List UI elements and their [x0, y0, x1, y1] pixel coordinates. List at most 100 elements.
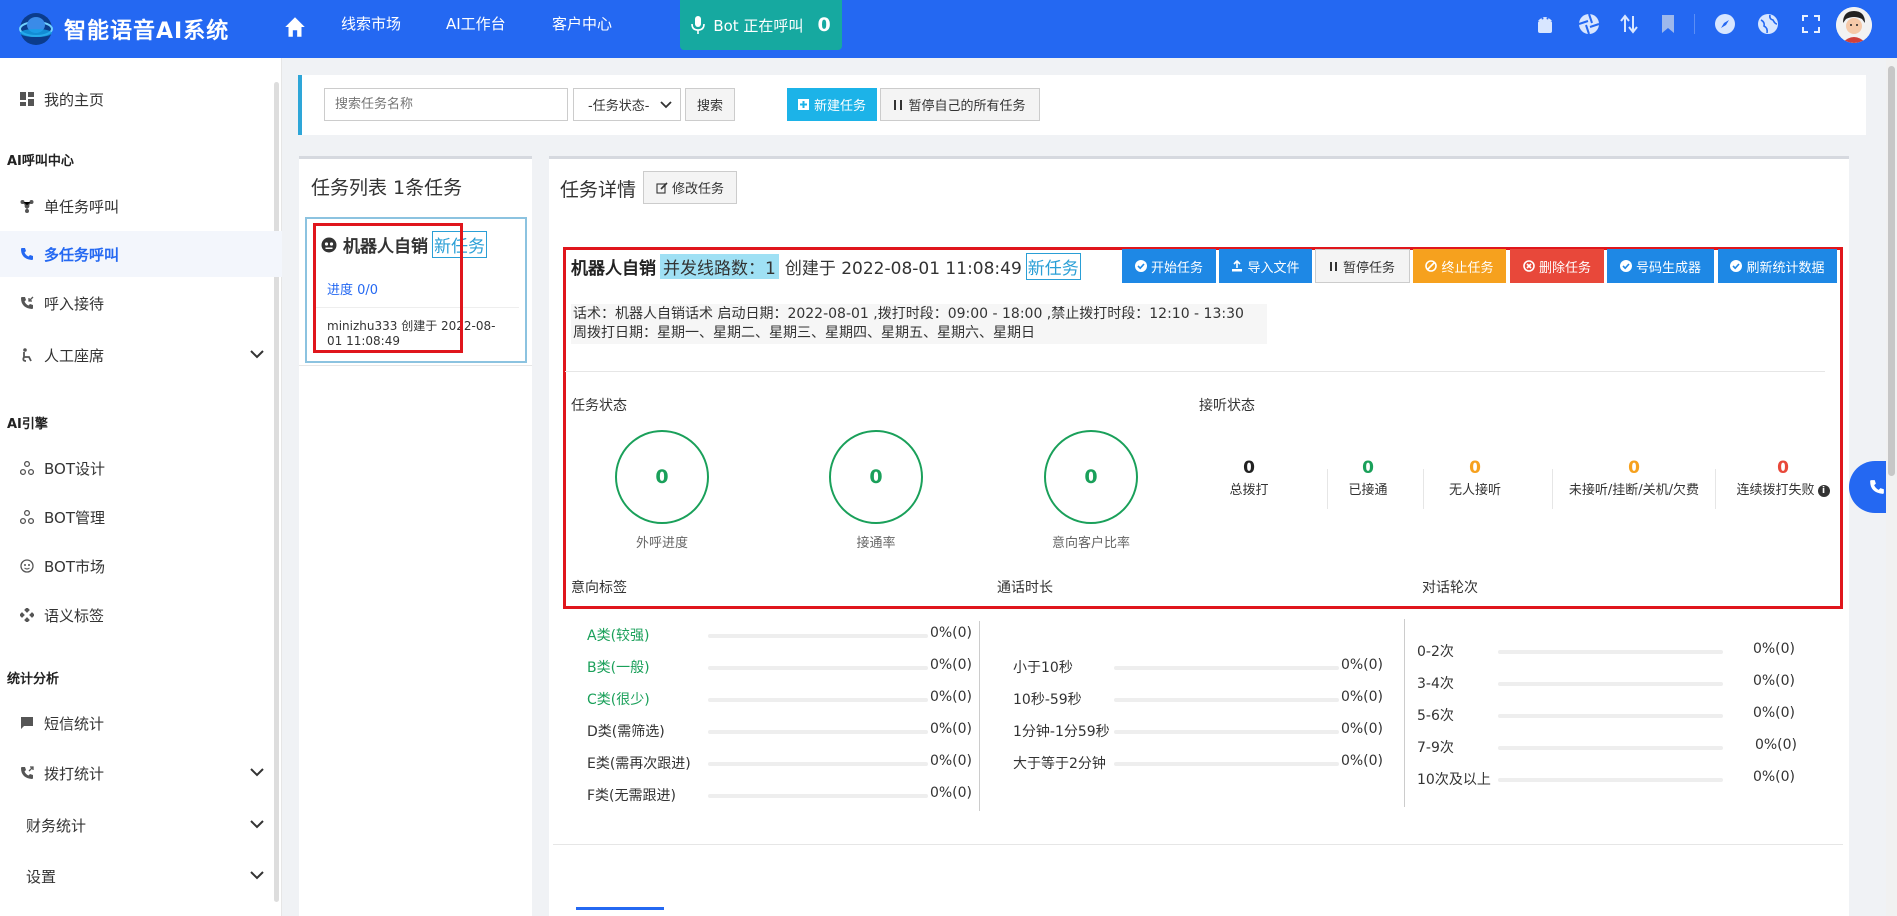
globe-icon[interactable] — [1756, 12, 1780, 36]
topbar-divider — [1694, 14, 1695, 34]
call-duration-label: 通话时长 — [997, 580, 1053, 596]
dialog-rounds-label: 对话轮次 — [1422, 580, 1478, 596]
intent-row-label: C类(很少) — [587, 692, 650, 708]
stat-label: 总拨打 — [1229, 483, 1269, 498]
number-generator-button[interactable]: 号码生成器 — [1607, 249, 1714, 283]
intent-row-bar — [708, 794, 928, 798]
duration-row-value: 0%(0) — [1340, 689, 1383, 705]
bookmark-icon[interactable] — [1656, 12, 1680, 36]
sidebar-item-finance-stats[interactable]: 财务统计 — [0, 802, 282, 848]
sidebar-item-bot-design[interactable]: BOT设计 — [0, 445, 282, 491]
intent-row-label: F类(无需跟进) — [587, 788, 676, 804]
intent-row-value: 0%(0) — [929, 689, 972, 705]
sidebar-item-label: 单任务呼叫 — [44, 197, 120, 216]
weekdays-info-line: 周拨打日期：星期一、星期二、星期三、星期四、星期五、星期六、星期日 — [573, 325, 1035, 341]
info-icon[interactable]: i — [1817, 485, 1830, 497]
task-status-select[interactable]: -任务状态- — [573, 88, 681, 121]
rounds-row-bar — [1498, 746, 1723, 750]
check-circle-icon — [1134, 260, 1147, 272]
intent-row-label: B类(一般) — [587, 660, 650, 676]
bot-calling-button[interactable]: Bot 正在呼叫 0 — [680, 0, 842, 50]
stat-no-answer: 0 无人接听 — [1437, 458, 1513, 498]
intent-row-value: 0%(0) — [929, 785, 972, 801]
sidebar-item-dial-stats[interactable]: 拨打统计 — [0, 750, 282, 796]
pause-all-tasks-button[interactable]: 暂停自己的所有任务 — [880, 88, 1040, 121]
task-detail-title: 任务详情 — [560, 179, 637, 201]
sidebar-item-multi-call[interactable]: 多任务呼叫 — [0, 231, 282, 277]
sidebar-item-bot-market[interactable]: BOT市场 — [0, 543, 282, 589]
start-task-button[interactable]: 开始任务 — [1122, 249, 1216, 283]
column-divider — [1404, 619, 1405, 807]
sidebar-item-label: 我的主页 — [44, 90, 105, 109]
sidebar-item-bot-manage[interactable]: BOT管理 — [0, 494, 282, 540]
check-circle-icon — [1730, 260, 1743, 272]
intent-row-bar — [708, 762, 928, 766]
import-file-label: 导入文件 — [1247, 260, 1300, 276]
stop-task-button[interactable]: 终止任务 — [1413, 249, 1506, 283]
sidebar-item-single-call[interactable]: 单任务呼叫 — [0, 183, 282, 229]
android-icon[interactable] — [1533, 12, 1557, 36]
stat-label-text: 连续拨打失败 — [1736, 483, 1815, 498]
delete-task-button[interactable]: 删除任务 — [1510, 249, 1604, 283]
aperture-icon[interactable] — [1577, 12, 1601, 36]
edit-task-label: 修改任务 — [671, 182, 724, 197]
sidebar-item-label: 呼入接待 — [44, 294, 105, 313]
intent-row-value: 0%(0) — [929, 753, 972, 769]
sidebar: 我的主页 AI呼叫中心 单任务呼叫 多任务呼叫 呼入接待 人工座席 AI引擎 B… — [0, 58, 282, 916]
intent-row-label: A类(较强) — [587, 628, 650, 644]
stat-label: 已接通 — [1348, 483, 1388, 498]
page-scrollbar-thumb[interactable] — [1888, 66, 1895, 476]
intent-row-label: E类(需再次跟进) — [587, 756, 691, 772]
concurrency-label: 并发线路数：1 — [660, 254, 779, 279]
task-list-divider — [299, 365, 532, 366]
pause-icon — [894, 99, 903, 110]
stat-connected: 0 已接通 — [1336, 458, 1400, 498]
phone-icon — [21, 248, 33, 260]
sidebar-item-agent-seat[interactable]: 人工座席 — [0, 332, 282, 378]
search-button[interactable]: 搜索 — [685, 88, 735, 121]
refresh-stats-label: 刷新统计数据 — [1746, 260, 1825, 276]
rounds-row-bar — [1498, 778, 1723, 782]
rounds-row-value: 0%(0) — [1752, 769, 1795, 785]
refresh-stats-button[interactable]: 刷新统计数据 — [1718, 249, 1837, 283]
fullscreen-icon[interactable] — [1799, 12, 1823, 36]
new-task-label: 新建任务 — [813, 99, 866, 114]
new-task-button[interactable]: 新建任务 — [787, 88, 877, 121]
edit-task-button[interactable]: 修改任务 — [643, 171, 737, 204]
stat-value: 0 — [1777, 458, 1789, 478]
nav-ai-workbench[interactable]: AI工作台 — [446, 0, 506, 48]
task-status-tag: 新任务 — [1025, 253, 1081, 280]
transfer-icon[interactable] — [1617, 12, 1641, 36]
duration-row-bar — [1114, 730, 1339, 734]
sidebar-item-inbound[interactable]: 呼入接待 — [0, 280, 282, 326]
outbound-progress-label: 外呼进度 — [635, 536, 688, 551]
nav-leads-market[interactable]: 线索市场 — [341, 0, 401, 48]
stat-divider — [1552, 469, 1553, 509]
duration-row-value: 0%(0) — [1340, 721, 1383, 737]
chevron-down-icon — [250, 820, 264, 829]
task-toolbar: -任务状态- 搜索 新建任务 暂停自己的所有任务 — [298, 75, 1866, 135]
sidebar-item-sms-stats[interactable]: 短信统计 — [0, 700, 282, 746]
connect-rate-ring: 0 — [829, 430, 923, 524]
message-icon — [21, 717, 33, 729]
task-list-title: 任务列表 1条任务 — [311, 177, 463, 199]
chevron-down-icon — [250, 871, 264, 880]
import-file-button[interactable]: 导入文件 — [1219, 249, 1312, 283]
sidebar-item-home[interactable]: 我的主页 — [0, 76, 282, 122]
rounds-row-bar — [1498, 682, 1723, 686]
home-icon[interactable] — [282, 14, 308, 40]
page-scrollbar[interactable] — [1886, 58, 1897, 916]
pause-task-button[interactable]: 暂停任务 — [1315, 249, 1410, 283]
sidebar-item-settings[interactable]: 设置 — [0, 853, 282, 899]
compass-icon[interactable] — [1713, 12, 1737, 36]
tab-active-indicator[interactable] — [576, 907, 664, 910]
task-search-input[interactable] — [324, 88, 568, 121]
duration-row-label: 大于等于2分钟 — [1013, 756, 1106, 772]
nav-customer-center[interactable]: 客户中心 — [552, 0, 612, 48]
brand[interactable]: 智能语音AI系统 — [18, 8, 229, 50]
user-avatar[interactable] — [1836, 7, 1872, 43]
highlight-box — [313, 223, 463, 353]
stat-divider — [1715, 469, 1716, 509]
ban-icon — [1425, 260, 1438, 272]
sidebar-item-semantic-tags[interactable]: 语义标签 — [0, 592, 282, 638]
